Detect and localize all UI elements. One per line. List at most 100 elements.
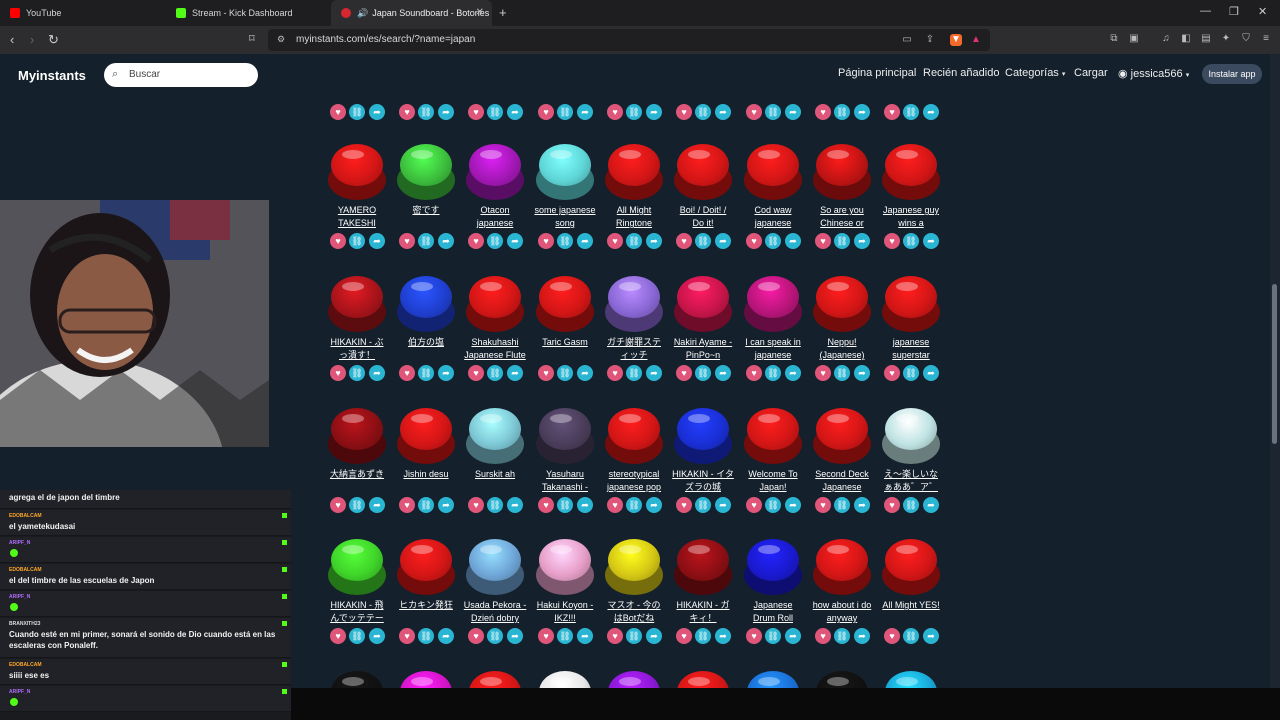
favorite-heart-icon[interactable]: ♥: [538, 233, 554, 249]
sound-title-link[interactable]: Taric Gasm: [530, 336, 600, 362]
chat-username[interactable]: EDOBALCAM: [9, 567, 42, 573]
share-icon[interactable]: ➦: [577, 497, 593, 513]
url-field[interactable]: ⚙ myinstants.com/es/search/?name=japan ▭…: [268, 29, 990, 51]
favorite-heart-icon[interactable]: ♥: [676, 104, 692, 120]
sound-title-link[interactable]: ヒカキン発狂: [391, 599, 461, 625]
sound-play-button[interactable]: [605, 669, 663, 688]
sound-title-link[interactable]: So are you Chinese or: [807, 204, 877, 230]
share-icon[interactable]: ➦: [507, 628, 523, 644]
share-icon[interactable]: ➦: [369, 365, 385, 381]
sound-play-button[interactable]: [813, 274, 871, 332]
copy-link-icon[interactable]: ⛓: [765, 497, 781, 513]
sound-title-link[interactable]: HIKAKIN - ガキィ！: [668, 599, 738, 625]
share-icon[interactable]: ➦: [577, 365, 593, 381]
favorite-heart-icon[interactable]: ♥: [676, 365, 692, 381]
favorite-heart-icon[interactable]: ♥: [399, 497, 415, 513]
share-icon[interactable]: ➦: [577, 233, 593, 249]
share-icon[interactable]: ➦: [507, 497, 523, 513]
share-icon[interactable]: ➦: [646, 365, 662, 381]
sound-play-button[interactable]: [605, 274, 663, 332]
sound-title-link[interactable]: All Might YES!: [876, 599, 946, 625]
copy-link-icon[interactable]: ⛓: [418, 365, 434, 381]
sound-play-button[interactable]: [744, 142, 802, 200]
sound-play-button[interactable]: [744, 406, 802, 464]
nav-categories[interactable]: Categorías ▾: [1005, 67, 1065, 79]
copy-link-icon[interactable]: ⛓: [557, 104, 573, 120]
favorite-heart-icon[interactable]: ♥: [884, 104, 900, 120]
share-icon[interactable]: ➦: [785, 497, 801, 513]
favorite-heart-icon[interactable]: ♥: [746, 628, 762, 644]
media-icon[interactable]: ♫: [1160, 33, 1172, 45]
share-icon[interactable]: ➦: [646, 628, 662, 644]
tab-youtube[interactable]: YouTube: [0, 0, 166, 26]
copy-link-icon[interactable]: ⛓: [834, 233, 850, 249]
favorite-heart-icon[interactable]: ♥: [399, 628, 415, 644]
reload-icon[interactable]: ↻: [48, 32, 59, 48]
favorite-heart-icon[interactable]: ♥: [746, 104, 762, 120]
favorite-heart-icon[interactable]: ♥: [538, 104, 554, 120]
sound-play-button[interactable]: [397, 406, 455, 464]
share-icon[interactable]: ➦: [507, 365, 523, 381]
close-window-icon[interactable]: ✕: [1258, 5, 1267, 18]
sound-play-button[interactable]: [744, 274, 802, 332]
copy-link-icon[interactable]: ⛓: [834, 497, 850, 513]
sound-title-link[interactable]: how about i do anyway: [807, 599, 877, 625]
sound-title-link[interactable]: japanese superstar: [876, 336, 946, 362]
sound-title-link[interactable]: Otacon japanese: [460, 204, 530, 230]
favorite-heart-icon[interactable]: ♥: [815, 233, 831, 249]
copy-link-icon[interactable]: ⛓: [418, 104, 434, 120]
copy-link-icon[interactable]: ⛓: [349, 104, 365, 120]
share-icon[interactable]: ➦: [369, 104, 385, 120]
close-tab-icon[interactable]: ✕: [476, 7, 484, 18]
sound-play-button[interactable]: [397, 142, 455, 200]
nav-upload[interactable]: Cargar: [1074, 67, 1108, 79]
sound-title-link[interactable]: some japanese song: [530, 204, 600, 230]
sound-play-button[interactable]: [397, 537, 455, 595]
share-icon[interactable]: ⇪: [924, 34, 936, 46]
share-icon[interactable]: ➦: [785, 365, 801, 381]
favorite-heart-icon[interactable]: ♥: [330, 628, 346, 644]
favorite-heart-icon[interactable]: ♥: [330, 104, 346, 120]
sound-play-button[interactable]: [397, 669, 455, 688]
share-icon[interactable]: ➦: [577, 104, 593, 120]
copy-link-icon[interactable]: ⛓: [626, 233, 642, 249]
user-menu[interactable]: ◉ jessica566 ▾: [1118, 67, 1189, 80]
sound-play-button[interactable]: [882, 274, 940, 332]
sound-title-link[interactable]: Nakiri Ayame - PinPo~n: [668, 336, 738, 362]
share-icon[interactable]: ➦: [369, 628, 385, 644]
copy-link-icon[interactable]: ⛓: [626, 104, 642, 120]
share-icon[interactable]: ➦: [785, 628, 801, 644]
sound-title-link[interactable]: Hakui Koyon - IKZ!!!: [530, 599, 600, 625]
sound-play-button[interactable]: [674, 537, 732, 595]
sound-play-button[interactable]: [882, 669, 940, 688]
copy-link-icon[interactable]: ⛓: [487, 233, 503, 249]
favorite-heart-icon[interactable]: ♥: [607, 233, 623, 249]
sound-play-button[interactable]: [328, 669, 386, 688]
sound-title-link[interactable]: Cod waw japanese: [738, 204, 808, 230]
favorite-heart-icon[interactable]: ♥: [884, 365, 900, 381]
share-icon[interactable]: ➦: [854, 497, 870, 513]
sound-title-link[interactable]: 大納言あずき: [322, 468, 392, 494]
sound-play-button[interactable]: [813, 669, 871, 688]
sound-title-link[interactable]: Boi! / Doit! / Do it!: [668, 204, 738, 230]
sound-title-link[interactable]: HIKAKIN - ぶっ潰す！: [322, 336, 392, 362]
bookmark-icon[interactable]: ⌑: [249, 32, 255, 45]
sidebar-icon[interactable]: ◧: [1180, 33, 1192, 45]
share-icon[interactable]: ➦: [854, 104, 870, 120]
favorite-heart-icon[interactable]: ♥: [330, 497, 346, 513]
share-icon[interactable]: ➦: [577, 628, 593, 644]
copy-link-icon[interactable]: ⛓: [418, 233, 434, 249]
favorite-heart-icon[interactable]: ♥: [538, 628, 554, 644]
sound-title-link[interactable]: Japanese guy wins a: [876, 204, 946, 230]
share-icon[interactable]: ➦: [438, 233, 454, 249]
copy-link-icon[interactable]: ⛓: [695, 233, 711, 249]
favorite-heart-icon[interactable]: ♥: [815, 104, 831, 120]
copy-link-icon[interactable]: ⛓: [834, 104, 850, 120]
copy-link-icon[interactable]: ⛓: [557, 628, 573, 644]
favorite-heart-icon[interactable]: ♥: [676, 628, 692, 644]
favorite-heart-icon[interactable]: ♥: [746, 365, 762, 381]
nav-home[interactable]: Página principal: [838, 67, 916, 79]
favorite-heart-icon[interactable]: ♥: [468, 104, 484, 120]
copy-link-icon[interactable]: ⛓: [903, 365, 919, 381]
sound-play-button[interactable]: [536, 669, 594, 688]
